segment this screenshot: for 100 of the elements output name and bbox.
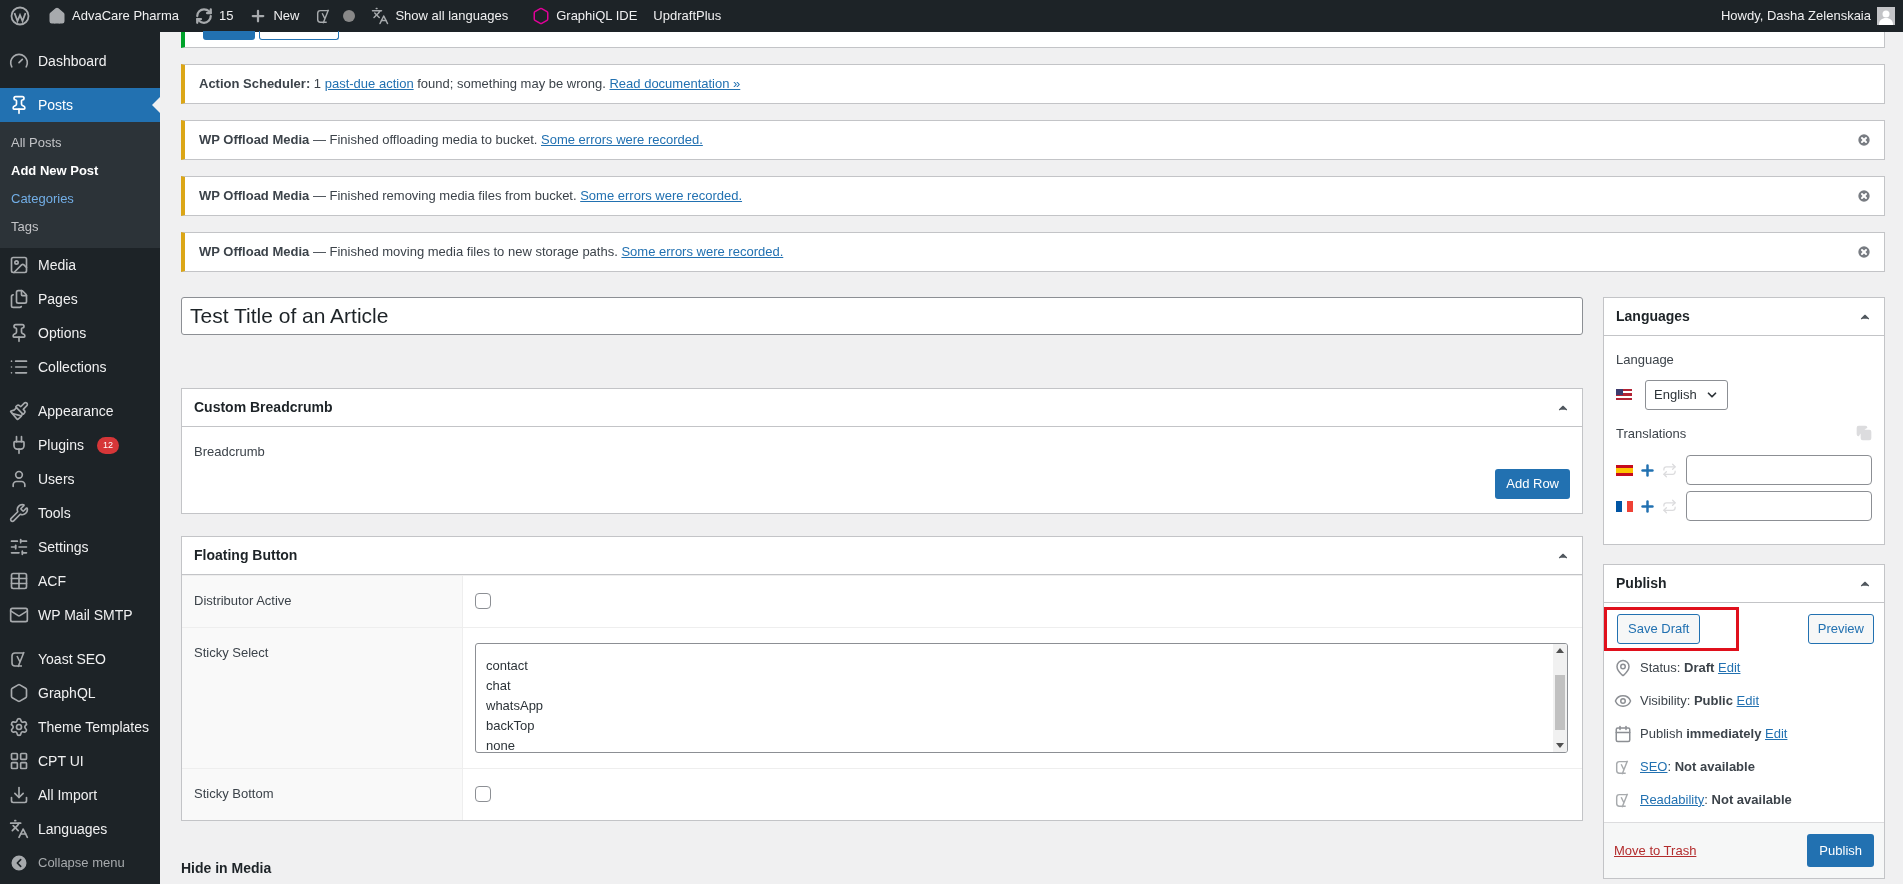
refresh-icon (194, 7, 213, 25)
submenu-item[interactable]: Categories (0, 185, 160, 213)
close-icon[interactable] (1856, 188, 1872, 204)
pin-icon (9, 323, 29, 343)
sidebar-item[interactable]: WP Mail SMTP (0, 598, 160, 632)
wrench-icon (9, 503, 29, 523)
sidebar-item[interactable]: Collections (0, 350, 160, 384)
section-heading: Hide in Media (181, 859, 273, 878)
languages-link[interactable]: Show all languages (363, 0, 517, 32)
scrollbar[interactable] (1553, 644, 1567, 752)
count-badge: 12 (96, 436, 119, 454)
plus-icon[interactable] (1639, 461, 1656, 479)
collapse-menu[interactable]: Collapse menu (0, 846, 160, 880)
hexagon-icon (532, 7, 551, 25)
notice-text: Action Scheduler: 1 past-due action found; something may be wrong. Read documentation » (199, 75, 741, 94)
link[interactable]: Some errors were recorded. (580, 188, 743, 204)
site-link[interactable]: AdvaCare Pharma (40, 0, 187, 32)
current-arrow (152, 97, 160, 113)
trash-link[interactable]: Move to Trash (1614, 840, 1697, 861)
list-option[interactable]: whatsApp (486, 696, 1553, 716)
notice-text: WP Offload Media — Finished offloading media to bucket. Some errors were recorded. (199, 131, 703, 150)
updraft-link[interactable]: UpdraftPlus (645, 0, 730, 32)
field-label: Language (1616, 351, 1675, 369)
title-field[interactable]: Test Title of an Article (181, 297, 1583, 335)
publish-detail: SEO: Not available (1640, 757, 1755, 776)
sidebar-item[interactable]: Appearance (0, 394, 160, 428)
submenu-item[interactable]: Tags (0, 213, 160, 241)
publish-button[interactable]: Publish (1807, 834, 1874, 867)
new-link[interactable]: New (241, 0, 308, 32)
plus-icon[interactable] (1639, 497, 1656, 515)
translation-field[interactable] (1686, 455, 1872, 485)
updates-link[interactable]: 15 (186, 0, 242, 32)
hexagon-icon (9, 683, 29, 703)
publish-detail: Publish immediately Edit (1640, 724, 1788, 743)
checkbox[interactable] (475, 786, 491, 802)
publish-detail: Visibility: Public Edit (1640, 691, 1759, 710)
sidebar-item[interactable]: Yoast SEO (0, 642, 160, 676)
sidebar-item[interactable]: ACF (0, 564, 160, 598)
home-icon (48, 7, 66, 25)
sidebar-item[interactable]: Posts (0, 88, 160, 122)
link[interactable]: Edit (1765, 725, 1788, 741)
checkbox[interactable] (475, 593, 491, 609)
calendar-icon (1614, 724, 1632, 743)
sidebar-item[interactable]: GraphQL (0, 676, 160, 710)
flag-icon (1616, 389, 1632, 400)
close-icon[interactable] (1856, 132, 1872, 148)
sidebar-item[interactable]: Languages (0, 812, 160, 846)
publish-detail: Readability: Not available (1640, 790, 1792, 809)
notice-text: WP Offload Media — Finished moving media files to new storage paths. Some errors were recorded. (199, 243, 784, 262)
select-listbox[interactable]: contact chat whatsApp backTop none (475, 643, 1568, 753)
field-label: Breadcrumb (194, 443, 266, 461)
gauge-icon (9, 51, 29, 71)
list-option[interactable]: chat (486, 676, 1553, 696)
sidebar-item[interactable]: Pages (0, 282, 160, 316)
grid-icon (9, 751, 29, 771)
translation-field[interactable] (1686, 491, 1872, 521)
box-title: Custom Breadcrumb (194, 398, 333, 417)
table-icon (9, 571, 29, 591)
publish-detail: Status: Draft Edit (1640, 658, 1741, 677)
sidebar-item[interactable]: Theme Templates (0, 710, 160, 744)
sliders-icon (9, 537, 29, 557)
sidebar-item[interactable]: Media (0, 248, 160, 282)
list-option[interactable]: none (486, 736, 1553, 752)
graphiql-link[interactable]: GraphiQL IDE (524, 0, 646, 32)
image-icon (9, 255, 29, 275)
account-menu[interactable]: Howdy, Dasha Zelenskaia (1712, 0, 1903, 32)
list-option[interactable]: backTop (486, 716, 1553, 736)
translate-icon (371, 7, 390, 25)
sidebar-item[interactable]: CPT UI (0, 744, 160, 778)
sidebar-item[interactable]: Users (0, 462, 160, 496)
notice-text: WP Offload Media — Finished removing media files from bucket. Some errors were recorded. (199, 187, 743, 206)
sidebar-item[interactable]: All Import (0, 778, 160, 812)
user-icon (9, 469, 29, 489)
sidebar-item[interactable]: Plugins 12 (0, 428, 160, 462)
flag-icon (1616, 464, 1633, 476)
field-label: Sticky Select (182, 628, 463, 768)
link[interactable]: Edit (1736, 692, 1759, 708)
pin-icon (9, 95, 29, 115)
link[interactable]: Some errors were recorded. (621, 244, 784, 260)
save-draft-button[interactable]: Save Draft (1617, 614, 1701, 644)
box-title: Publish (1616, 574, 1667, 593)
sidebar-item[interactable]: Options (0, 316, 160, 350)
submenu-item[interactable]: Add New Post (0, 157, 160, 185)
link[interactable]: Read documentation » (609, 76, 741, 92)
close-icon[interactable] (1856, 244, 1872, 260)
sidebar-item[interactable]: Dashboard (0, 44, 160, 78)
link[interactable]: Some errors were recorded. (541, 132, 703, 148)
list-icon (9, 357, 29, 377)
link[interactable]: past-due action (324, 76, 414, 92)
paintbrush-icon (9, 401, 29, 421)
link[interactable]: Edit (1718, 659, 1741, 675)
mail-icon (9, 605, 29, 625)
box-title: Languages (1616, 307, 1690, 326)
submenu-item[interactable]: All Posts (0, 129, 160, 157)
add-row-button[interactable]: Add Row (1495, 468, 1570, 499)
sidebar-item[interactable]: Tools (0, 496, 160, 530)
list-option[interactable]: contact (486, 656, 1553, 676)
preview-button[interactable]: Preview (1807, 614, 1874, 644)
sidebar-item[interactable]: Settings (0, 530, 160, 564)
language-select[interactable]: English (1645, 379, 1728, 410)
